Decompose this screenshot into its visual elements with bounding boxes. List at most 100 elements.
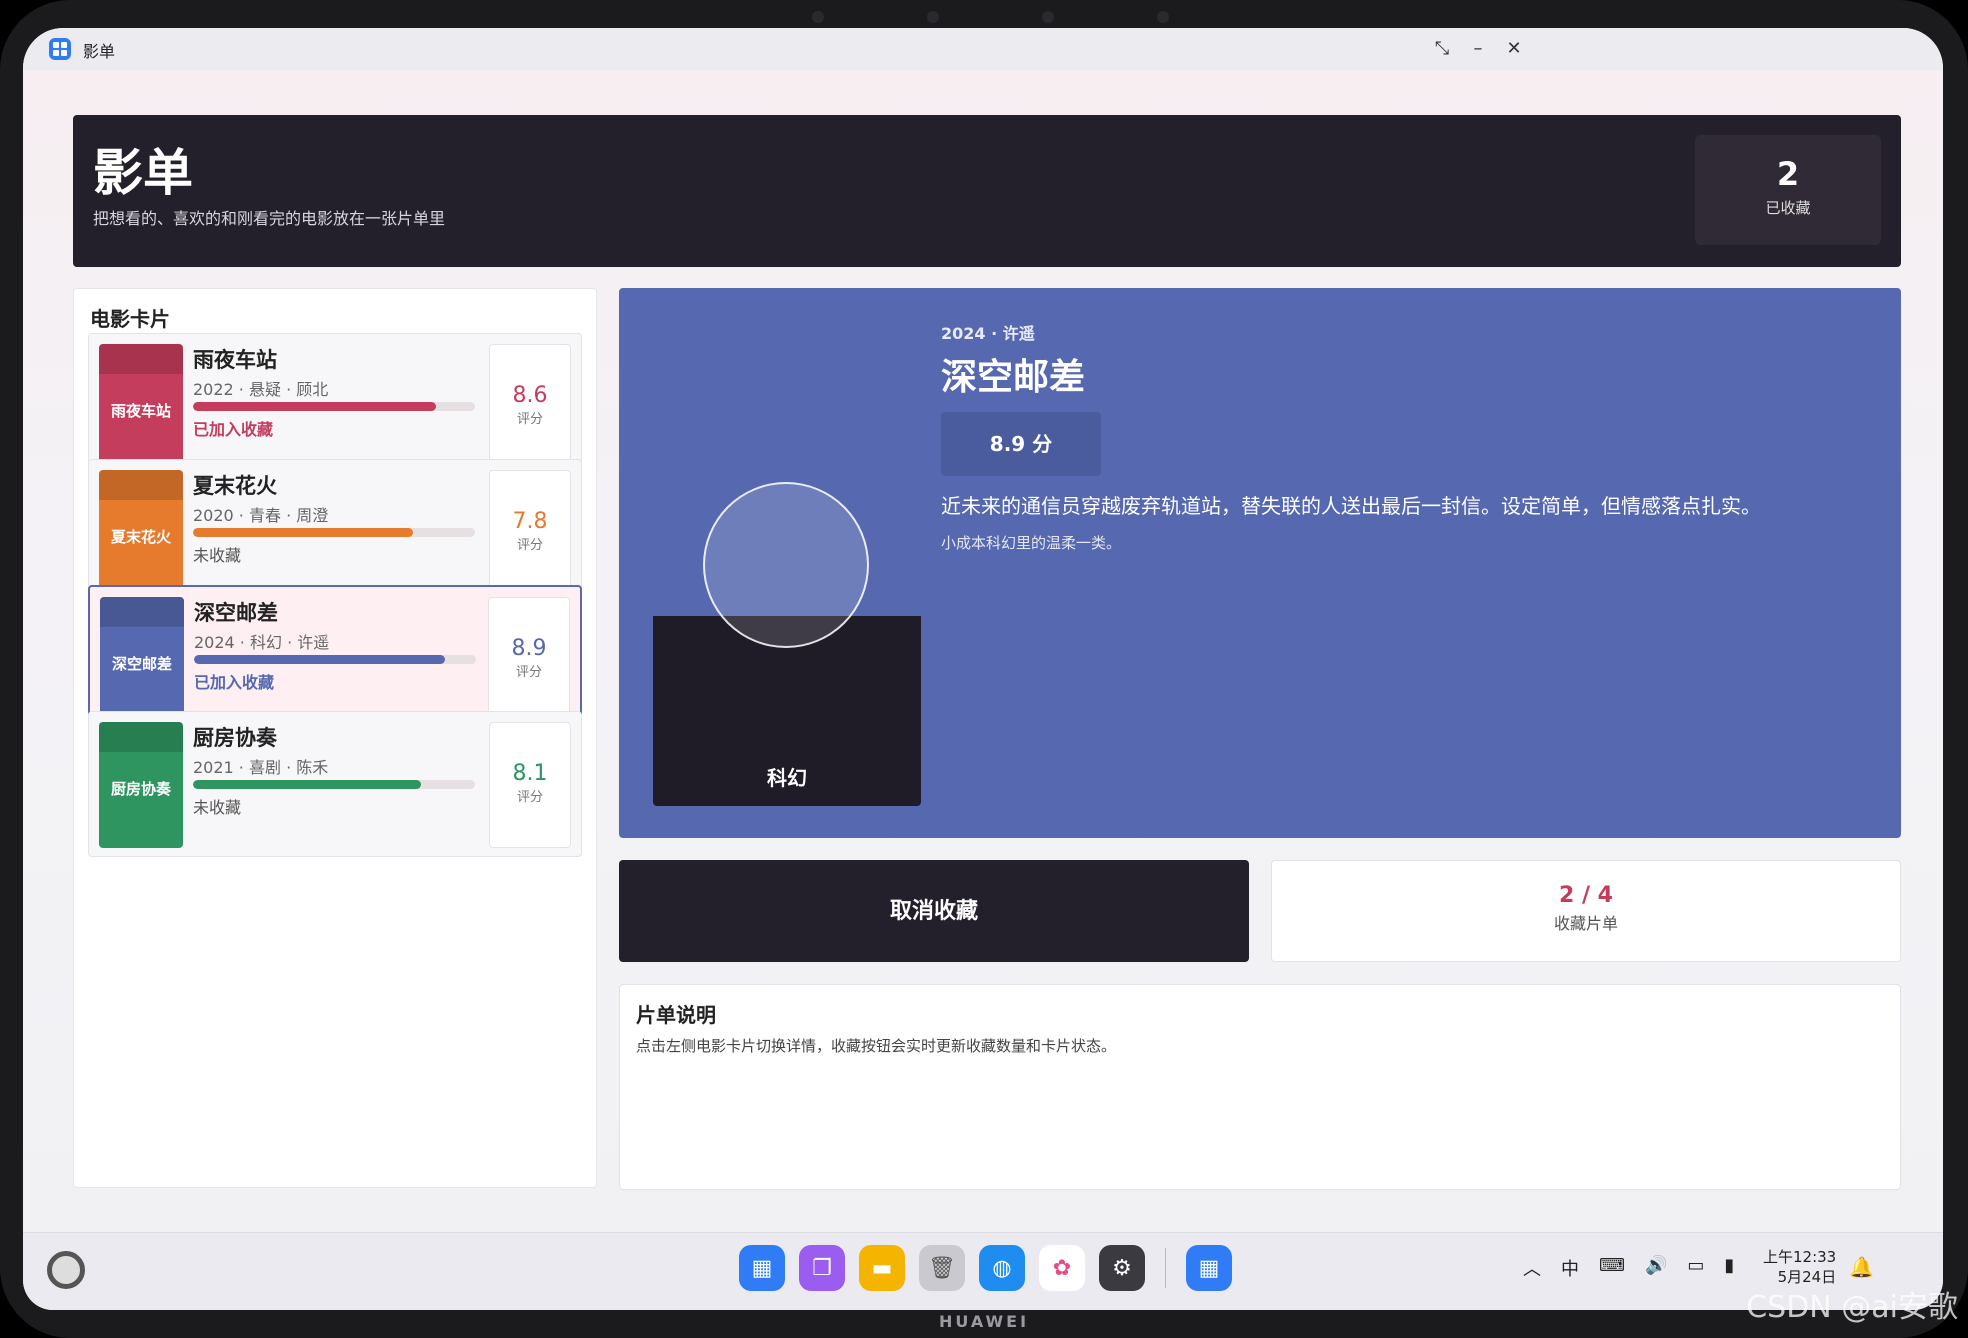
notes-text: 点击左侧电影卡片切换详情，收藏按钮会实时更新收藏数量和卡片状态。 (636, 1037, 1117, 1055)
favorites-stat: 2 已收藏 (1695, 135, 1881, 245)
movie-poster: 雨夜车站 (99, 344, 183, 470)
unfavorite-button[interactable]: 取消收藏 (619, 860, 1249, 962)
movie-title: 夏末花火 (193, 474, 277, 498)
detail-meta: 2024 · 许遥 (941, 324, 1035, 343)
trash-icon[interactable]: 🗑 (919, 1245, 965, 1291)
detail-description: 近未来的通信员穿越废弃轨道站，替失联的人送出最后一封信。设定简单，但情感落点扎实… (941, 494, 1761, 518)
page-subtitle: 把想看的、喜欢的和刚看完的电影放在一张片单里 (93, 209, 446, 228)
movie-score: 8.6 (512, 383, 548, 408)
movie-score-label: 评分 (516, 412, 543, 427)
gallery-icon[interactable]: ✿ (1039, 1245, 1085, 1291)
poster-label: 厨房协奏 (110, 780, 171, 798)
camera-dot (1156, 11, 1169, 23)
start-button[interactable] (47, 1251, 85, 1289)
favorites-progress-box: 2 / 4 收藏片单 (1271, 860, 1901, 962)
rating-bar (193, 780, 475, 789)
poster-band (99, 470, 183, 500)
rating-bar-fill (193, 402, 436, 411)
app-header: 影单 把想看的、喜欢的和刚看完的电影放在一张片单里 2 已收藏 (73, 115, 1901, 267)
movie-list-app-icon[interactable]: ▦ (1186, 1245, 1232, 1291)
volume-icon[interactable]: 🔊 (1645, 1255, 1667, 1281)
movie-score: 8.9 (511, 636, 547, 661)
movie-list-panel: 电影卡片 雨夜车站 雨夜车站 2022 · 悬疑 · 顾北 已加入收藏 8.6 … (73, 288, 597, 1188)
movie-score: 7.8 (512, 509, 548, 534)
score-box: 7.8 评分 (489, 470, 571, 596)
movie-score-label: 评分 (515, 665, 542, 680)
notification-bell-icon[interactable]: 🔔 (1849, 1255, 1874, 1279)
movie-list-title: 电影卡片 (90, 307, 170, 331)
rating-bar-fill (194, 655, 445, 664)
settings-gear-icon[interactable]: ⚙ (1099, 1245, 1145, 1291)
rating-bar-fill (193, 780, 422, 789)
movie-title: 雨夜车站 (193, 348, 277, 372)
files-icon[interactable]: ▬ (859, 1245, 905, 1291)
score-box: 8.1 评分 (489, 722, 571, 848)
rating-bar-fill (193, 528, 413, 537)
battery-icon[interactable]: ▮ (1724, 1255, 1734, 1281)
detail-note: 小成本科幻里的温柔一类。 (941, 534, 1122, 552)
system-tray: ︿ 中 ⌨ 🔊 ▭ ▮ (1523, 1255, 1734, 1281)
favorite-status: 未收藏 (193, 546, 242, 565)
chevron-up-icon[interactable]: ︿ (1523, 1255, 1541, 1281)
movie-meta: 2021 · 喜剧 · 陈禾 (193, 758, 329, 777)
window-titlebar: 影单 ⤡ – ✕ (23, 28, 1943, 70)
poster-label: 夏末花火 (110, 528, 171, 546)
detail-score-badge: 8.9 分 (941, 412, 1101, 476)
poster-label: 深空邮差 (111, 655, 172, 673)
movie-poster: 深空邮差 (100, 597, 184, 723)
camera-strip (760, 8, 1220, 26)
movie-card[interactable]: 夏末花火 夏末花火 2020 · 青春 · 周澄 未收藏 7.8 评分 (88, 459, 582, 605)
screen: 影单 ⤡ – ✕ 影单 把想看的、喜欢的和刚看完的电影放在一张片单里 2 已收藏… (23, 28, 1943, 1310)
poster-band (100, 597, 184, 627)
camera-dot (811, 11, 824, 23)
camera-dot (1041, 11, 1054, 23)
detail-poster-circle (703, 482, 869, 648)
keyboard-icon[interactable]: ⌨ (1599, 1255, 1625, 1281)
score-box: 8.6 评分 (489, 344, 571, 470)
app-content: 影单 把想看的、喜欢的和刚看完的电影放在一张片单里 2 已收藏 电影卡片 雨夜车… (23, 70, 1943, 1232)
favorite-status: 已加入收藏 (193, 420, 274, 439)
browser-icon[interactable]: ◍ (979, 1245, 1025, 1291)
favorite-status: 已加入收藏 (194, 673, 275, 692)
device-brand: HUAWEI (938, 1312, 1030, 1331)
movie-score: 8.1 (512, 761, 548, 786)
restore-window-icon[interactable]: ⤡ (1429, 36, 1455, 62)
movie-score-label: 评分 (516, 538, 543, 553)
taskbar: ▦ ❐ ▬ 🗑 ◍ ✿ ⚙ ▦ ︿ 中 ⌨ 🔊 ▭ ▮ 上午12:33 5月24… (23, 1232, 1943, 1310)
favorite-status: 未收藏 (193, 798, 242, 817)
movie-title: 深空邮差 (194, 601, 278, 625)
favorites-count: 2 (1776, 155, 1800, 193)
window-title: 影单 (83, 42, 116, 61)
watermark: CSDN @ai安歌 (1746, 1290, 1958, 1325)
notes-title: 片单说明 (636, 1003, 716, 1027)
input-method-icon[interactable]: 中 (1561, 1255, 1579, 1281)
minimize-window-button[interactable]: – (1465, 36, 1491, 62)
app-grid-icon (49, 38, 71, 60)
movie-card[interactable]: 深空邮差 深空邮差 2024 · 科幻 · 许遥 已加入收藏 8.9 评分 (88, 585, 582, 731)
movie-meta: 2020 · 青春 · 周澄 (193, 506, 329, 525)
camera-dot (926, 11, 939, 23)
dock: ▦ ❐ ▬ 🗑 ◍ ✿ ⚙ ▦ (739, 1245, 1232, 1291)
poster-label: 雨夜车站 (110, 402, 171, 420)
close-window-button[interactable]: ✕ (1501, 36, 1527, 62)
score-box: 8.9 评分 (488, 597, 570, 723)
poster-band (99, 344, 183, 374)
favorites-progress-label: 收藏片单 (1553, 914, 1618, 933)
app-center-icon[interactable]: ▦ (739, 1245, 785, 1291)
movie-card[interactable]: 雨夜车站 雨夜车站 2022 · 悬疑 · 顾北 已加入收藏 8.6 评分 (88, 333, 582, 479)
clock[interactable]: 上午12:33 5月24日 (1763, 1247, 1836, 1287)
projection-icon[interactable]: ▭ (1687, 1255, 1704, 1281)
multitask-icon[interactable]: ❐ (799, 1245, 845, 1291)
list-notes-panel: 片单说明 点击左侧电影卡片切换详情，收藏按钮会实时更新收藏数量和卡片状态。 (619, 984, 1901, 1190)
dock-separator (1165, 1248, 1166, 1288)
favorites-progress-count: 2 / 4 (1559, 883, 1613, 908)
detail-title: 深空邮差 (941, 357, 1086, 398)
rating-bar (193, 528, 475, 537)
movie-card[interactable]: 厨房协奏 厨房协奏 2021 · 喜剧 · 陈禾 未收藏 8.1 评分 (88, 711, 582, 857)
page-title: 影单 (93, 144, 193, 202)
movie-poster: 厨房协奏 (99, 722, 183, 848)
favorites-count-label: 已收藏 (1765, 199, 1811, 217)
rating-bar (194, 655, 476, 664)
movie-meta: 2022 · 悬疑 · 顾北 (193, 380, 329, 399)
device-frame: 影单 ⤡ – ✕ 影单 把想看的、喜欢的和刚看完的电影放在一张片单里 2 已收藏… (0, 0, 1968, 1338)
